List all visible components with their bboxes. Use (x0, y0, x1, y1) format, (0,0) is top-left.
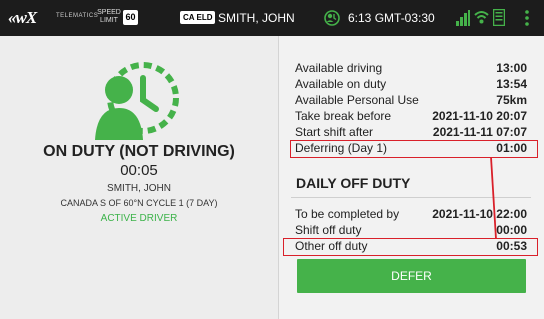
defer-button[interactable]: DEFER (297, 259, 526, 293)
